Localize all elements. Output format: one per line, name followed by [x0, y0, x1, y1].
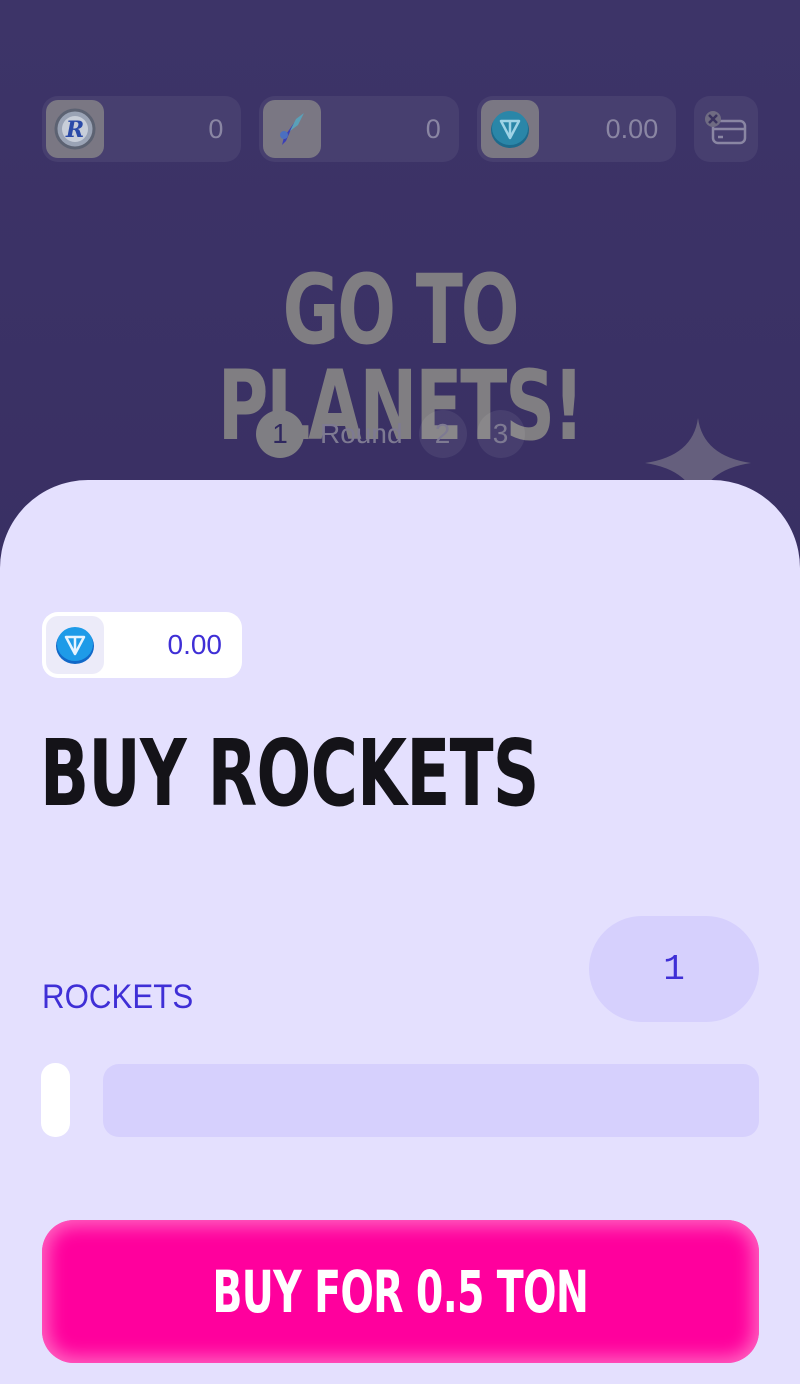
- rocket-value: 0: [425, 113, 441, 144]
- rocket-quantity-display[interactable]: 1: [589, 916, 759, 1022]
- rockets-label: ROCKETS: [42, 978, 194, 1016]
- wallet-button[interactable]: [694, 96, 759, 162]
- ton-balance-value: 0.00: [167, 629, 223, 660]
- wallet-disconnected-icon: [705, 111, 747, 145]
- buy-button[interactable]: BUY FOR 0.5 TON: [42, 1220, 759, 1363]
- quantity-slider-thumb[interactable]: [41, 1063, 70, 1137]
- ton-value: 0.00: [605, 113, 659, 144]
- sheet-title: BUY ROCKETS: [40, 720, 539, 827]
- round-indicator: 1 Round 2 3: [256, 410, 525, 458]
- r-coin-counter[interactable]: R 0: [42, 96, 242, 162]
- r-coin-icon: R: [46, 100, 104, 158]
- buy-button-label: BUY FOR 0.5 TON: [212, 1257, 589, 1326]
- ton-counter[interactable]: 0.00: [476, 96, 677, 162]
- round-label: Round: [320, 418, 403, 449]
- top-bar: R 0 0 0.00: [42, 96, 759, 162]
- r-coin-value: 0: [208, 113, 224, 144]
- buy-rockets-sheet: 0.00 BUY ROCKETS ROCKETS 1 BUY FOR 0.5 T…: [0, 480, 800, 1384]
- svg-text:R: R: [65, 117, 84, 143]
- ton-coin-icon: [480, 100, 539, 158]
- rocket-icon: [263, 100, 322, 158]
- ton-balance: 0.00: [42, 612, 242, 678]
- ton-coin-icon: [46, 616, 104, 674]
- rocket-counter[interactable]: 0: [259, 96, 459, 162]
- round-3-dot[interactable]: 3: [476, 410, 525, 458]
- round-2-dot[interactable]: 2: [418, 410, 467, 458]
- quantity-slider-track[interactable]: [103, 1064, 759, 1137]
- round-1-dot[interactable]: 1: [256, 410, 304, 458]
